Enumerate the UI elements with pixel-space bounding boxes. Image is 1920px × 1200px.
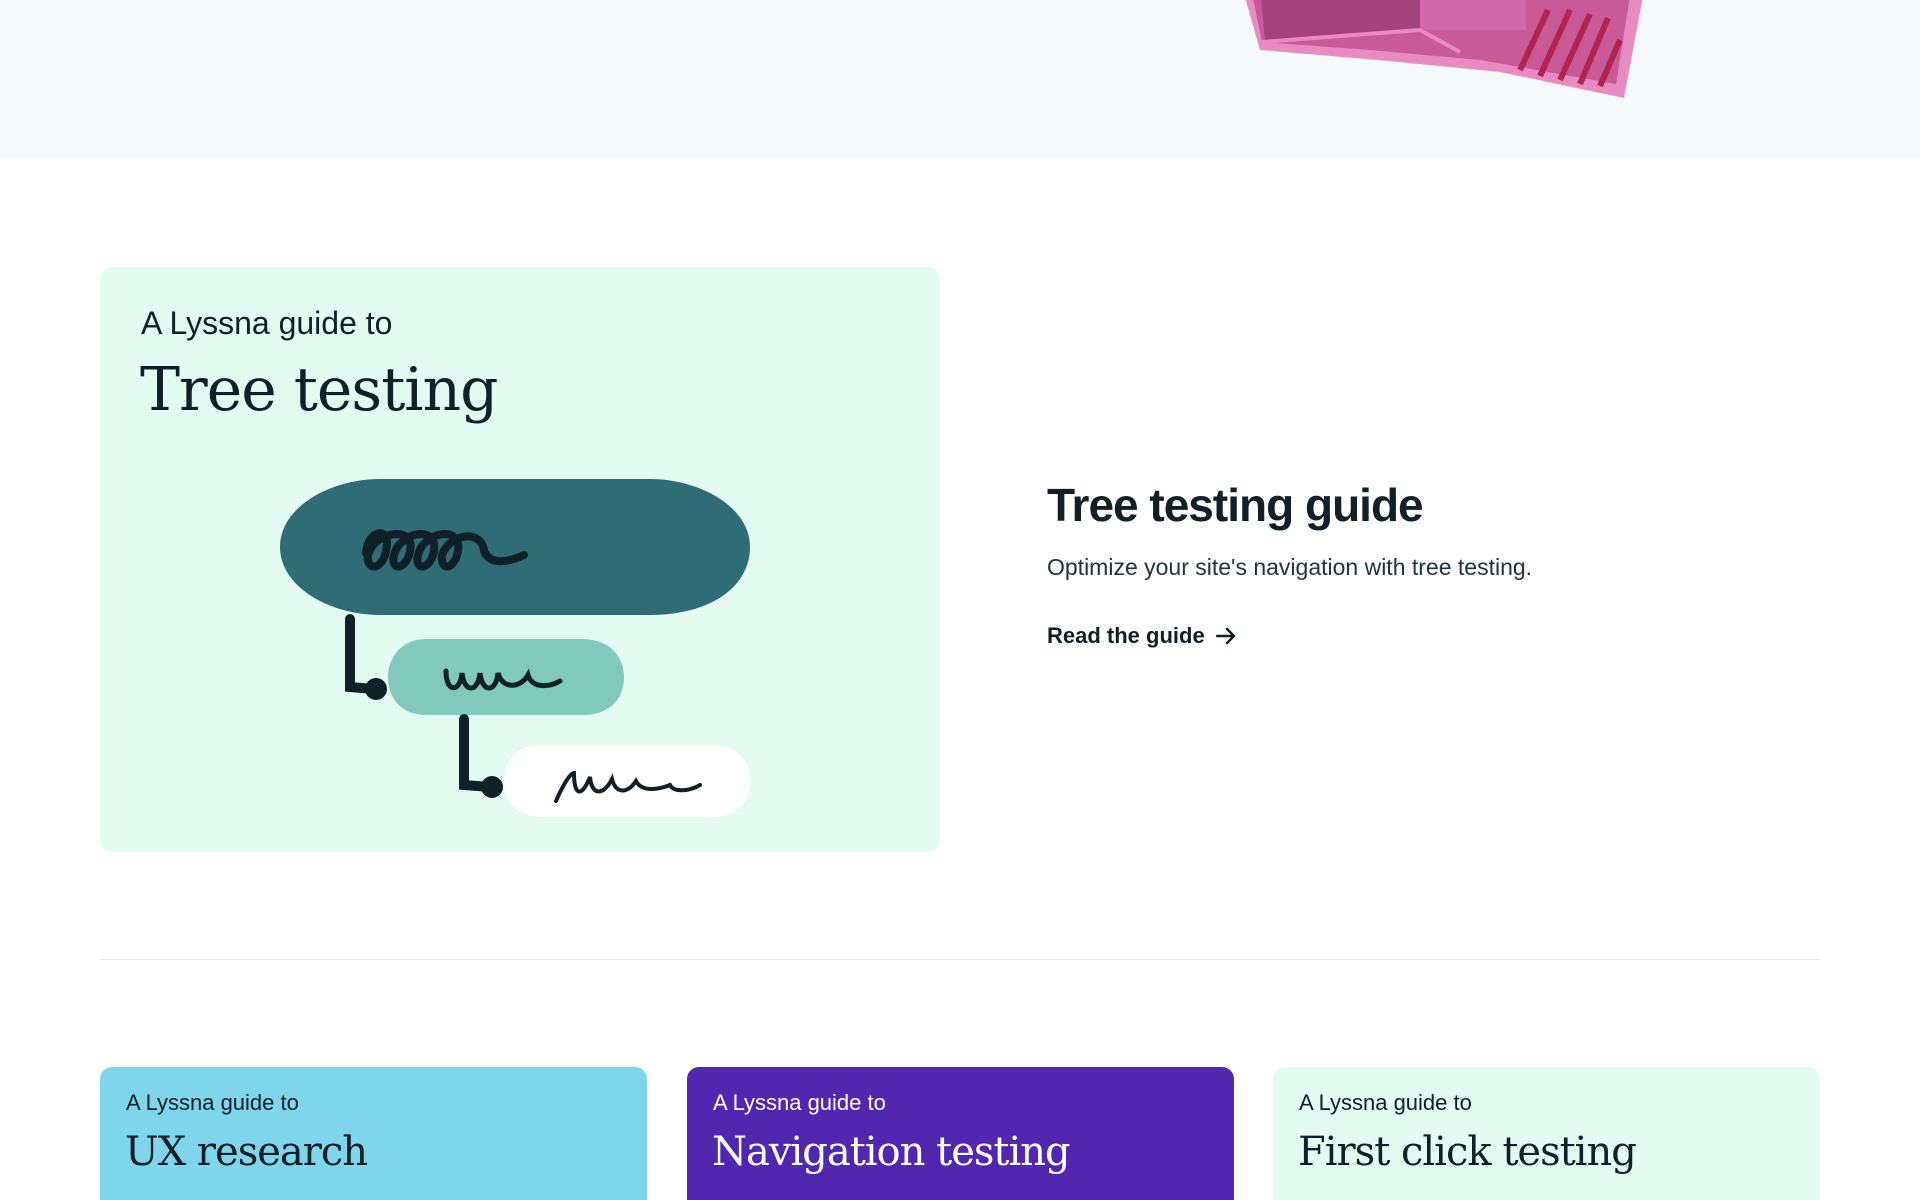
card-kicker: A Lyssna guide to bbox=[126, 1090, 299, 1115]
read-guide-label: Read the guide bbox=[1047, 623, 1205, 648]
hero-illustration bbox=[1245, 0, 1643, 98]
card-title: Navigation testing bbox=[712, 1129, 1071, 1175]
read-guide-link[interactable]: Read the guide bbox=[1047, 623, 1237, 649]
card-kicker: A Lyssna guide to bbox=[1299, 1090, 1472, 1115]
tree-testing-illustration bbox=[280, 479, 750, 817]
arrow-right-icon bbox=[1215, 627, 1235, 645]
card-title: Tree testing bbox=[140, 355, 499, 425]
guide-card-ux-research[interactable]: A Lyssna guide to UX research bbox=[100, 1067, 647, 1200]
card-kicker: A Lyssna guide to bbox=[141, 305, 393, 341]
guide-title: Tree testing guide bbox=[1047, 479, 1424, 531]
card-title: First click testing bbox=[1298, 1129, 1637, 1175]
guide-info: Tree testing guide Optimize your site's … bbox=[1047, 478, 1807, 649]
featured-guide-card[interactable]: A Lyssna guide to Tree testing bbox=[100, 267, 940, 852]
section-divider bbox=[100, 959, 1820, 960]
guide-card-first-click-testing[interactable]: A Lyssna guide to First click testing bbox=[1273, 1067, 1820, 1200]
card-kicker: A Lyssna guide to bbox=[713, 1090, 886, 1115]
guide-card-navigation-testing[interactable]: A Lyssna guide to Navigation testing bbox=[687, 1067, 1234, 1200]
hero-strip bbox=[0, 0, 1920, 158]
guide-description: Optimize your site's navigation with tre… bbox=[1047, 554, 1533, 580]
card-title: UX research bbox=[125, 1129, 368, 1175]
